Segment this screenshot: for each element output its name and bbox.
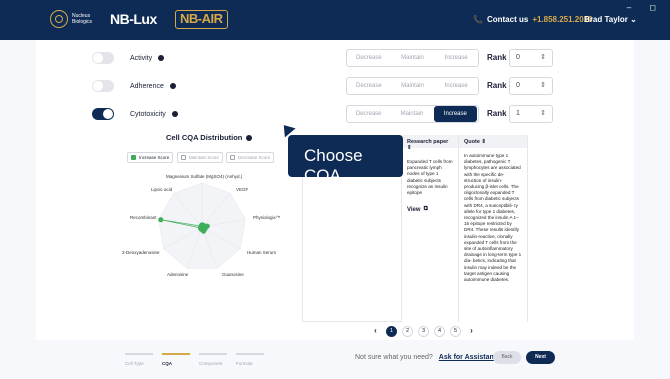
attribute-label: Activity (130, 54, 153, 62)
stepper-icon: ⇕ (540, 110, 546, 117)
option-decrease[interactable]: Decrease (347, 55, 391, 61)
help-prompt: Not sure what you need? Ask for Assistan… (355, 354, 502, 361)
legend-decrease[interactable]: Decrease Score (226, 152, 275, 163)
prev-page-button[interactable]: ‹ (370, 326, 381, 337)
legend-swatch (131, 155, 136, 160)
cqa-radar-chart (158, 182, 246, 269)
chevron-down-icon: ⌄ (630, 15, 637, 24)
option-maintain[interactable]: Maintain (391, 55, 435, 61)
attribute-row-adherence: Adherence (92, 76, 176, 96)
phone-icon: 📞 (473, 15, 483, 24)
page-5[interactable]: 5 (450, 326, 461, 337)
distribution-title: Cell CQA Distribution (166, 133, 253, 142)
legend-swatch (230, 155, 235, 160)
column-header-paper[interactable]: Research paper ⇕ (402, 135, 458, 155)
info-icon[interactable] (158, 55, 165, 61)
option-increase[interactable]: Increase (434, 55, 478, 61)
page-1[interactable]: 1 (386, 326, 397, 337)
step-component[interactable]: Component (199, 353, 227, 366)
activity-toggle[interactable] (92, 52, 114, 64)
option-increase[interactable]: Increase (434, 83, 478, 89)
quote-column: Quote ⇕ In autoimmune type 1 diabetes, p… (458, 135, 528, 322)
view-paper-link[interactable]: View ⧉ (402, 200, 458, 219)
data-point[interactable] (198, 223, 204, 229)
next-button[interactable]: Next (526, 351, 555, 364)
user-menu[interactable]: Brad Taylor ⌄ (584, 15, 637, 24)
cytotoxicity-direction-selector[interactable]: Decrease Maintain Increase (346, 105, 479, 123)
rank-label: Rank (487, 109, 507, 118)
quote-text: In autoimmune type 1 diabetes, pathogeni… (464, 153, 522, 283)
page-2[interactable]: 2 (402, 326, 413, 337)
progress-steps: Cell Type CQA Component Formula (125, 353, 264, 366)
user-name: Brad Taylor (584, 15, 628, 24)
info-icon[interactable] (169, 83, 176, 89)
pagination: ‹ 1 2 3 4 5 › (370, 326, 477, 337)
next-page-button[interactable]: › (466, 326, 477, 337)
option-decrease[interactable]: Decrease (347, 83, 391, 89)
axis-label: Guanosine (222, 272, 244, 277)
research-paper-column: Research paper ⇕ Expanded T cells from p… (401, 135, 458, 322)
info-icon[interactable] (171, 111, 178, 117)
option-increase[interactable]: Increase (433, 106, 477, 122)
page-4[interactable]: 4 (434, 326, 445, 337)
axis-label: Lipoic acid (151, 187, 173, 192)
cytotoxicity-rank-select[interactable]: 1 ⇕ (509, 105, 553, 123)
stepper-icon: ⇕ (540, 82, 546, 89)
axis-label: Recombinant (130, 215, 157, 220)
stepper-icon: ⇕ (540, 54, 546, 61)
axis-label: Human Serum (247, 250, 277, 255)
external-link-icon: ⧉ (423, 206, 428, 213)
axis-label: Magnesium Sulfate (MgSO4) (Anhyd.) (166, 174, 243, 179)
axis-label: VEGF (236, 187, 249, 192)
axis-label: Adenosine (167, 272, 189, 277)
step-formula[interactable]: Formula (236, 353, 264, 366)
rank-label: Rank (487, 81, 507, 90)
adherence-rank-select[interactable]: 0 ⇕ (509, 77, 553, 95)
info-icon[interactable] (246, 134, 253, 141)
brand-nb-lux[interactable]: NB-Lux (110, 11, 157, 27)
column-header-quote[interactable]: Quote ⇕ (459, 135, 527, 149)
contact-label: Contact us (486, 15, 529, 24)
option-decrease[interactable]: Decrease (347, 111, 390, 117)
legend-maintain[interactable]: Maintain Score (177, 152, 224, 163)
attribute-row-cytotoxicity: Cytotoxicity (92, 104, 178, 124)
back-button[interactable]: Back (493, 351, 521, 364)
option-maintain[interactable]: Maintain (390, 111, 433, 117)
top-bar: Nucleus Biologics NB-Lux NB-AIR 📞 Contac… (0, 0, 670, 40)
step-cell-type[interactable]: Cell Type (125, 353, 153, 366)
rank-label: Rank (487, 53, 507, 62)
cytotoxicity-toggle[interactable] (92, 108, 114, 120)
attribute-row-activity: Activity (92, 48, 165, 68)
choose-cqa-tooltip: Choose CQA (288, 135, 403, 185)
step-cqa[interactable]: CQA (162, 353, 190, 366)
legend-swatch (181, 155, 186, 160)
axis-label: 2-Deoxyadenosine (122, 250, 160, 255)
logo-text: Nucleus Biologics (72, 13, 93, 25)
paper-title: Expanded T cells from pancreatic lymph n… (407, 159, 453, 196)
attribute-label: Cytotoxicity (130, 110, 166, 118)
adherence-toggle[interactable] (92, 80, 114, 92)
sort-icon: ⇕ (481, 139, 487, 145)
logo-icon (50, 10, 68, 28)
contact-us-link[interactable]: 📞 Contact us +1.858.251.2010 (473, 15, 593, 24)
brand-nb-air[interactable]: NB-AIR (175, 10, 228, 29)
page-3[interactable]: 3 (418, 326, 429, 337)
axis-label: Physiologix™ (253, 215, 281, 220)
option-maintain[interactable]: Maintain (391, 83, 435, 89)
attribute-label: Adherence (130, 82, 164, 90)
adherence-direction-selector[interactable]: Decrease Maintain Increase (346, 77, 479, 95)
activity-rank-select[interactable]: 0 ⇕ (509, 49, 553, 67)
company-logo[interactable]: Nucleus Biologics (50, 10, 106, 28)
legend-increase[interactable]: Increase Score (127, 152, 174, 163)
sort-icon: ⇕ (407, 145, 412, 151)
data-point[interactable] (158, 217, 164, 223)
activity-direction-selector[interactable]: Decrease Maintain Increase (346, 49, 479, 67)
window-controls[interactable]: – ◻ (627, 3, 664, 12)
